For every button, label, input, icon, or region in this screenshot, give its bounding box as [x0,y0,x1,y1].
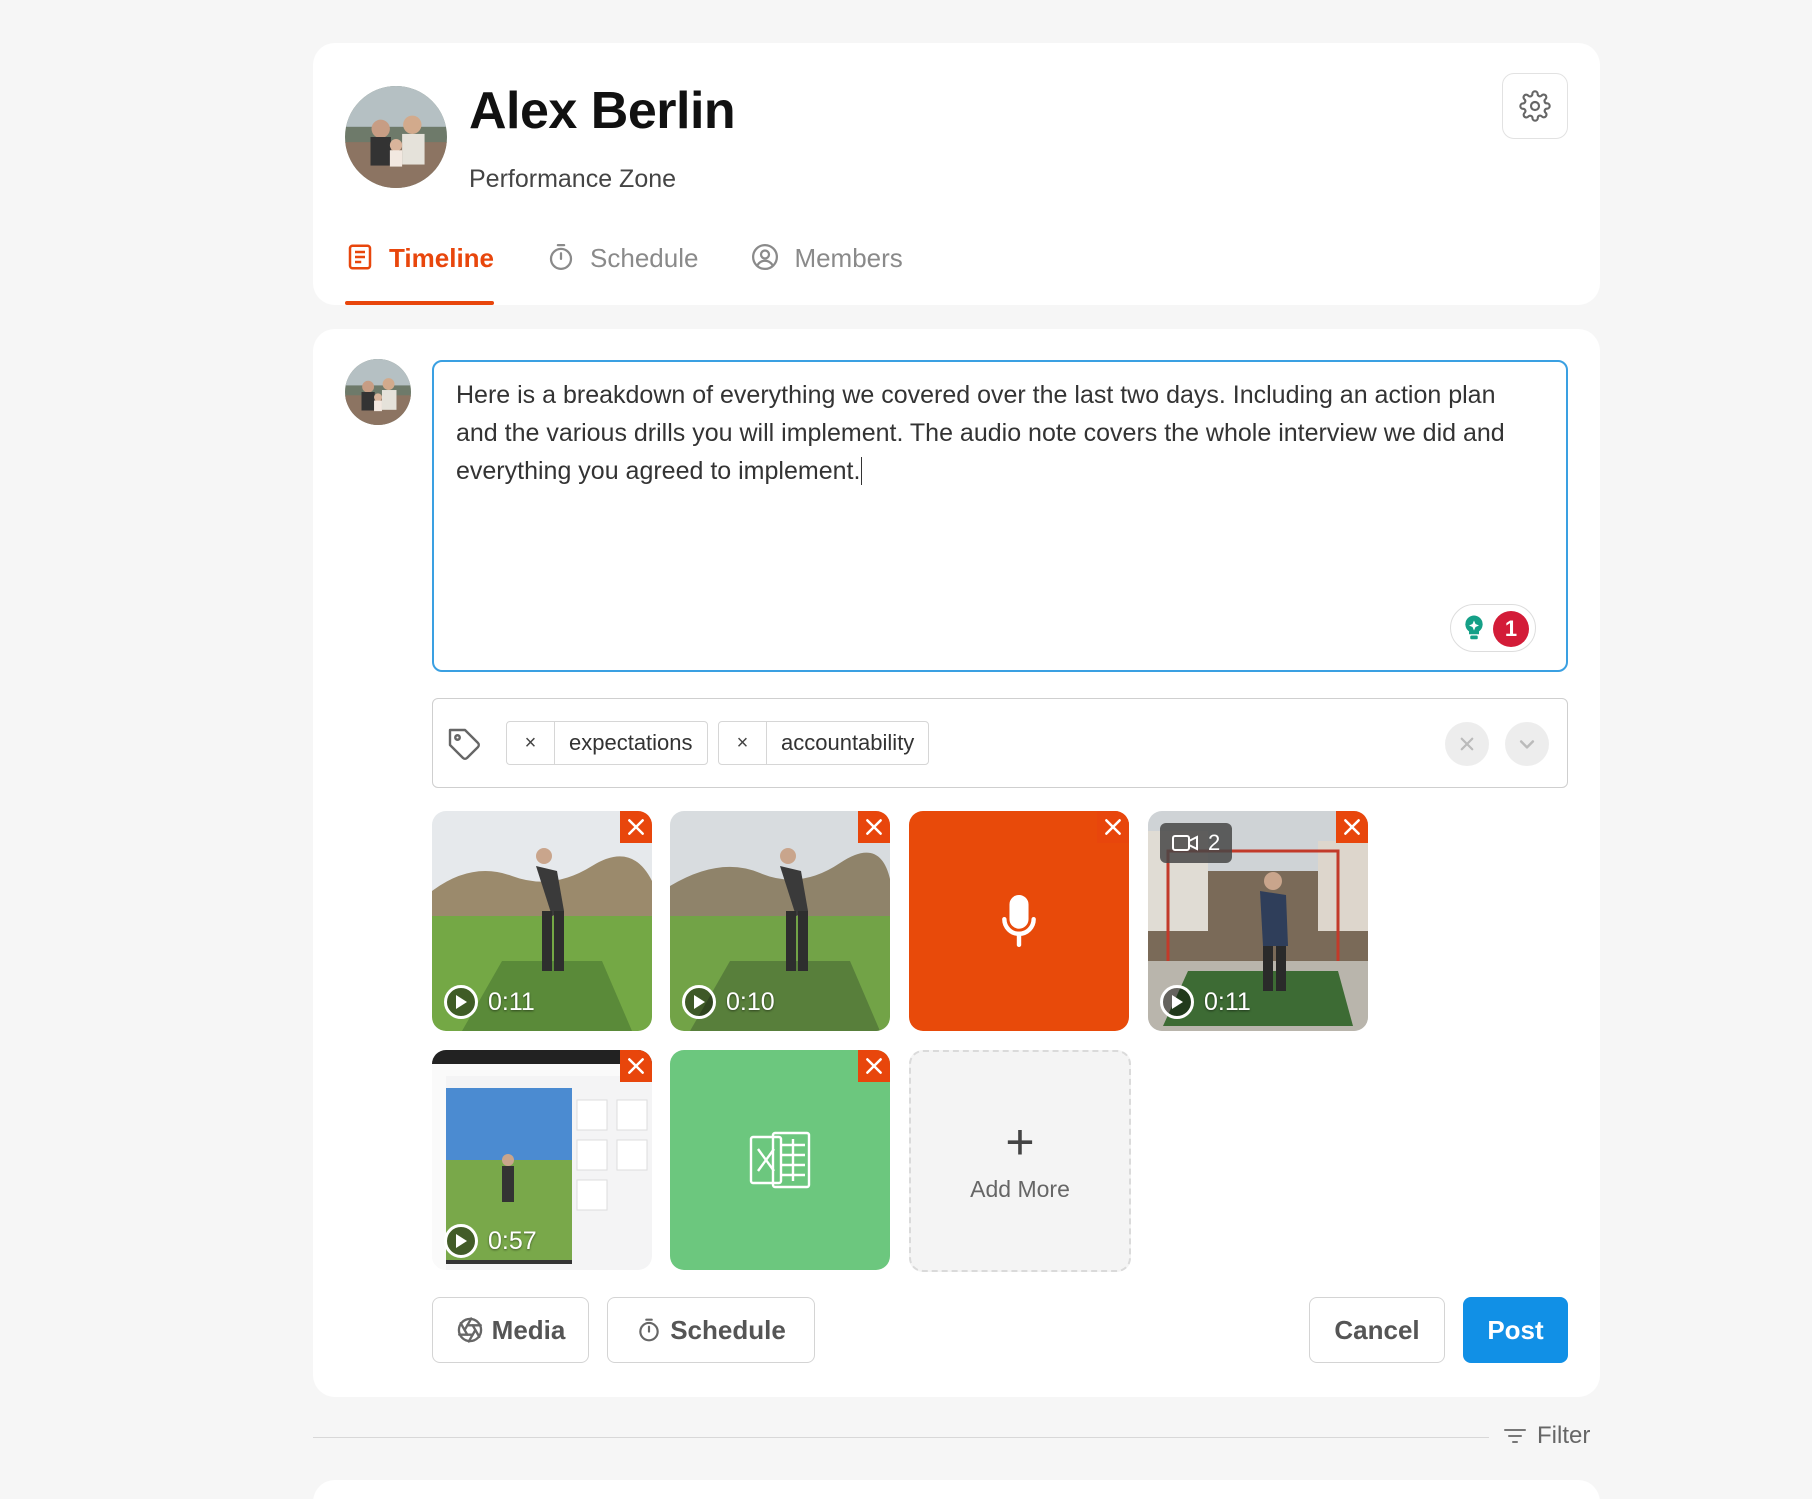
filter-label: Filter [1537,1422,1591,1449]
tag-remove-button[interactable]: × [719,722,767,764]
tag-label: expectations [569,730,693,755]
close-icon [1460,737,1474,751]
tag-chip: × expectations [506,721,708,765]
tags-input[interactable]: × expectations × accountability [432,698,1568,788]
duration-text: 0:57 [488,1226,537,1255]
spreadsheet-attachment[interactable] [670,1050,890,1270]
profile-card: Alex Berlin Performance Zone Timeline Sc… [313,43,1600,305]
schedule-button-label: Schedule [670,1314,786,1345]
aperture-icon [457,1317,482,1343]
remove-attachment-button[interactable] [1097,811,1129,843]
close-icon [1105,819,1121,835]
close-icon [866,819,882,835]
close-icon [1344,819,1360,835]
video-duration: 0:10 [682,985,775,1019]
settings-button[interactable] [1502,73,1568,139]
profile-avatar[interactable] [345,86,447,188]
play-icon [444,985,478,1019]
video-attachment[interactable]: 0:57 [432,1050,652,1270]
media-button[interactable]: Media [432,1297,589,1363]
excel-icon [749,1131,811,1189]
grammar-count: 1 [1493,611,1529,647]
stopwatch-icon [639,1318,659,1342]
remove-attachment-button[interactable] [858,1050,890,1082]
remove-attachment-button[interactable] [620,811,652,843]
remove-attachment-button[interactable] [858,811,890,843]
duration-text: 0:11 [488,987,535,1016]
media-button-label: Media [491,1314,566,1345]
tab-timeline[interactable]: Timeline [345,243,495,305]
tab-schedule[interactable]: Schedule [546,243,698,305]
filter-icon [1504,1429,1526,1443]
video-camera-icon [1172,835,1198,851]
tag-label: accountability [781,730,915,755]
profile-tabs: Timeline Schedule Members [345,243,903,305]
schedule-button[interactable]: Schedule [607,1297,815,1363]
microphone-icon [1002,894,1036,948]
add-more-label: Add More [970,1175,1070,1202]
post-composer: Here is a breakdown of everything we cov… [313,329,1600,1397]
profile-name: Alex Berlin [469,82,736,140]
video-attachment[interactable]: 2 0:11 [1148,811,1368,1031]
video-attachment[interactable]: 0:10 [670,811,890,1031]
grammar-checker-badge[interactable]: 1 [1450,604,1536,652]
play-icon [1160,985,1194,1019]
video-duration: 0:11 [444,985,535,1019]
next-post-card [313,1480,1600,1499]
chevron-down-icon [1519,740,1535,749]
tab-label: Schedule [590,243,699,273]
duration-text: 0:11 [1204,987,1251,1016]
add-more-button[interactable]: + Add More [909,1050,1131,1272]
video-count-badge: 2 [1160,823,1233,863]
composer-avatar [345,359,411,425]
cancel-button[interactable]: Cancel [1309,1297,1445,1363]
post-text-value: Here is a breakdown of everything we cov… [456,381,1505,485]
close-icon [866,1058,882,1074]
stopwatch-icon [549,244,573,270]
tags-dropdown-button[interactable] [1505,722,1549,766]
tab-members[interactable]: Members [750,243,903,305]
video-duration: 0:11 [1160,985,1251,1019]
close-icon [628,1058,644,1074]
post-button[interactable]: Post [1463,1297,1568,1363]
cancel-button-label: Cancel [1334,1314,1420,1345]
timeline-icon [348,244,372,270]
video-count: 2 [1208,830,1221,855]
video-attachment[interactable]: 0:11 [432,811,652,1031]
tab-label: Members [794,243,903,273]
close-icon [628,819,644,835]
post-text-input[interactable]: Here is a breakdown of everything we cov… [432,360,1568,672]
play-icon [444,1224,478,1258]
tab-label: Timeline [389,243,495,273]
post-button-label: Post [1487,1314,1544,1345]
plus-icon: + [1005,1113,1035,1170]
clear-tags-button[interactable] [1445,722,1489,766]
audio-attachment[interactable] [909,811,1129,1031]
grammar-bulb-icon [1465,615,1483,640]
filter-button[interactable]: Filter [1503,1422,1590,1450]
tag-chip: × accountability [718,721,930,765]
remove-attachment-button[interactable] [1336,811,1368,843]
user-circle-icon [752,244,779,270]
remove-attachment-button[interactable] [620,1050,652,1082]
duration-text: 0:10 [726,987,775,1016]
video-duration: 0:57 [444,1224,537,1258]
play-icon [682,985,716,1019]
tag-remove-button[interactable]: × [507,722,555,764]
feed-divider [313,1437,1489,1438]
gear-icon [1519,90,1551,122]
tag-icon [448,728,480,760]
profile-subtitle: Performance Zone [469,165,677,193]
